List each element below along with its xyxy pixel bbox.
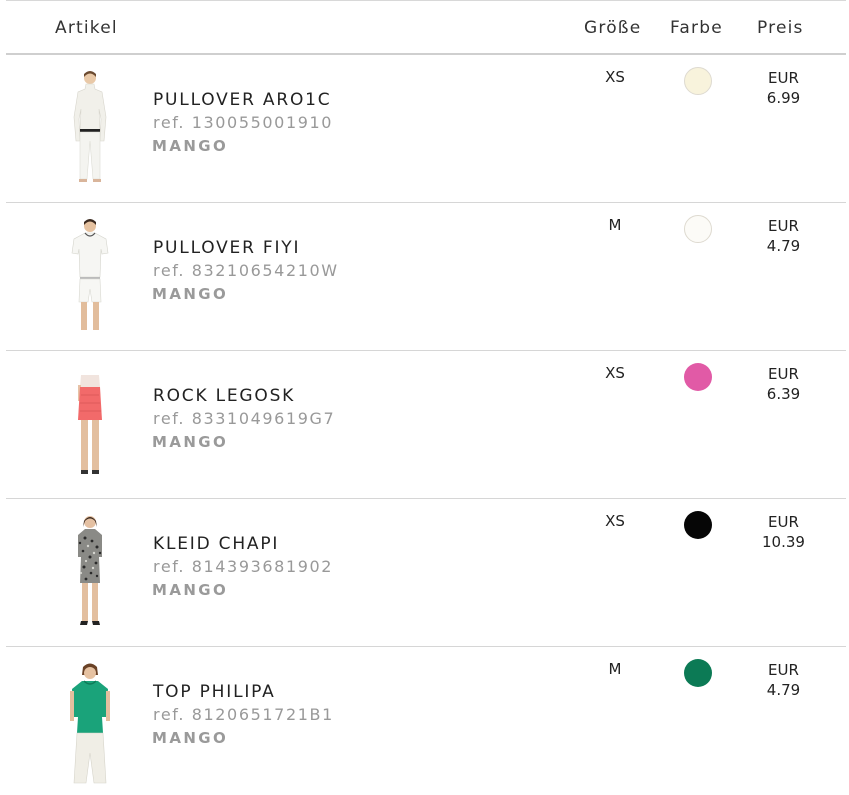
product-image-kleid-chapi[interactable] bbox=[50, 513, 130, 633]
color-swatch bbox=[684, 511, 712, 539]
brand-logo: MANGO bbox=[152, 137, 229, 155]
product-image-pullover-fiyi[interactable] bbox=[50, 217, 130, 337]
column-header-article: Artikel bbox=[55, 18, 118, 38]
product-ref: ref. 814393681902 bbox=[153, 557, 334, 576]
brand-logo: MANGO bbox=[152, 433, 229, 451]
product-ref: ref. 130055001910 bbox=[153, 113, 334, 132]
price-currency: EUR bbox=[768, 513, 799, 531]
price-currency: EUR bbox=[768, 365, 799, 383]
table-header: Artikel Größe Farbe Preis bbox=[6, 1, 846, 53]
color-swatch bbox=[684, 363, 712, 391]
brand-logo: MANGO bbox=[152, 581, 229, 599]
table-row: PULLOVER ARO1C ref. 130055001910 MANGO X… bbox=[6, 55, 846, 203]
price: EUR 10.39 bbox=[746, 512, 821, 552]
product-name[interactable]: PULLOVER FIYI bbox=[153, 238, 300, 258]
table-row: KLEID CHAPI ref. 814393681902 MANGO XS E… bbox=[6, 499, 846, 647]
product-name[interactable]: PULLOVER ARO1C bbox=[153, 90, 331, 110]
product-name[interactable]: TOP PHILIPA bbox=[153, 682, 276, 702]
size-value: M bbox=[608, 216, 622, 234]
size-value: XS bbox=[605, 512, 625, 530]
color-swatch bbox=[684, 659, 712, 687]
price-amount: 10.39 bbox=[762, 533, 805, 551]
price-amount: 6.39 bbox=[766, 385, 801, 403]
table-row: ROCK LEGOSK ref. 8331049619G7 MANGO XS E… bbox=[6, 351, 846, 499]
price: EUR 6.99 bbox=[746, 68, 821, 108]
brand-logo: MANGO bbox=[152, 285, 229, 303]
column-header-color: Farbe bbox=[670, 18, 723, 38]
table-row: PULLOVER FIYI ref. 83210654210W MANGO M … bbox=[6, 203, 846, 351]
price: EUR 4.79 bbox=[746, 660, 821, 700]
product-image-top-philipa[interactable] bbox=[50, 661, 130, 795]
product-image-pullover-aro1c[interactable] bbox=[50, 69, 130, 189]
color-swatch bbox=[684, 215, 712, 243]
table-row: TOP PHILIPA ref. 8120651721B1 MANGO M EU… bbox=[6, 647, 846, 795]
size-value: XS bbox=[605, 364, 625, 382]
size-value: XS bbox=[605, 68, 625, 86]
size-value: M bbox=[608, 660, 622, 678]
price-amount: 4.79 bbox=[766, 237, 801, 255]
product-image-rock-legosk[interactable] bbox=[50, 365, 130, 485]
column-header-price: Preis bbox=[757, 18, 804, 38]
price-currency: EUR bbox=[768, 217, 799, 235]
price: EUR 4.79 bbox=[746, 216, 821, 256]
price-currency: EUR bbox=[768, 69, 799, 87]
product-ref: ref. 83210654210W bbox=[153, 261, 339, 280]
column-header-size: Größe bbox=[584, 18, 642, 38]
product-ref: ref. 8120651721B1 bbox=[153, 705, 334, 724]
price: EUR 6.39 bbox=[746, 364, 821, 404]
color-swatch bbox=[684, 67, 712, 95]
price-amount: 6.99 bbox=[766, 89, 801, 107]
product-name[interactable]: ROCK LEGOSK bbox=[153, 386, 295, 406]
brand-logo: MANGO bbox=[152, 729, 229, 747]
product-ref: ref. 8331049619G7 bbox=[153, 409, 336, 428]
price-amount: 4.79 bbox=[766, 681, 801, 699]
product-name[interactable]: KLEID CHAPI bbox=[153, 534, 279, 554]
price-currency: EUR bbox=[768, 661, 799, 679]
